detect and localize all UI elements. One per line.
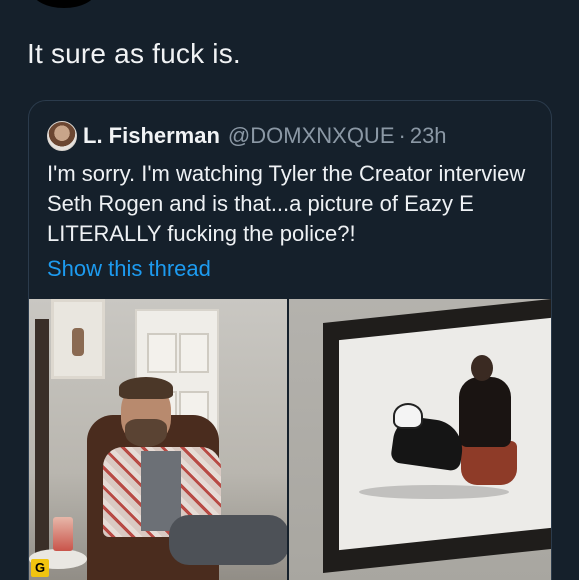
show-thread-link[interactable]: Show this thread	[47, 256, 211, 282]
shelf-graphic	[35, 319, 49, 569]
person-beard-graphic	[125, 419, 167, 447]
person-hair-graphic	[119, 377, 173, 399]
author-avatar[interactable]	[32, 0, 96, 8]
painting-officer-helmet-graphic	[393, 403, 423, 429]
quoted-author-avatar[interactable]	[47, 121, 77, 151]
quoted-tweet-card[interactable]: L. Fisherman @DOMXNXQUE · 23h I'm sorry.…	[28, 100, 552, 580]
tweet-text: It sure as fuck is.	[27, 38, 241, 69]
painting-shadow-graphic	[359, 485, 509, 499]
wall-frame-graphic	[51, 299, 105, 379]
quoted-tweet-timestamp[interactable]: 23h	[410, 123, 447, 149]
header-separator: ·	[398, 123, 406, 148]
media-image-interview[interactable]: G	[29, 299, 287, 580]
quoted-tweet-text: I'm sorry. I'm watching Tyler the Creato…	[47, 161, 526, 246]
painting-figure-graphic	[459, 377, 511, 447]
quoted-author-name[interactable]: L. Fisherman	[83, 123, 220, 149]
painting-figure-legs-graphic	[461, 441, 517, 485]
quoted-author-handle[interactable]: @DOMXNXQUE	[228, 123, 395, 149]
media-image-painting[interactable]	[289, 299, 551, 580]
tweet-view: It sure as fuck is. L. Fisherman @DOMXNX…	[0, 0, 579, 580]
media-grid: G	[29, 299, 551, 580]
person-legs-graphic	[169, 515, 287, 565]
quoted-tweet-header: L. Fisherman @DOMXNXQUE · 23h	[47, 121, 447, 151]
can-graphic	[53, 517, 73, 551]
gif-badge: G	[31, 559, 49, 577]
painting-figure-head-graphic	[471, 355, 493, 381]
